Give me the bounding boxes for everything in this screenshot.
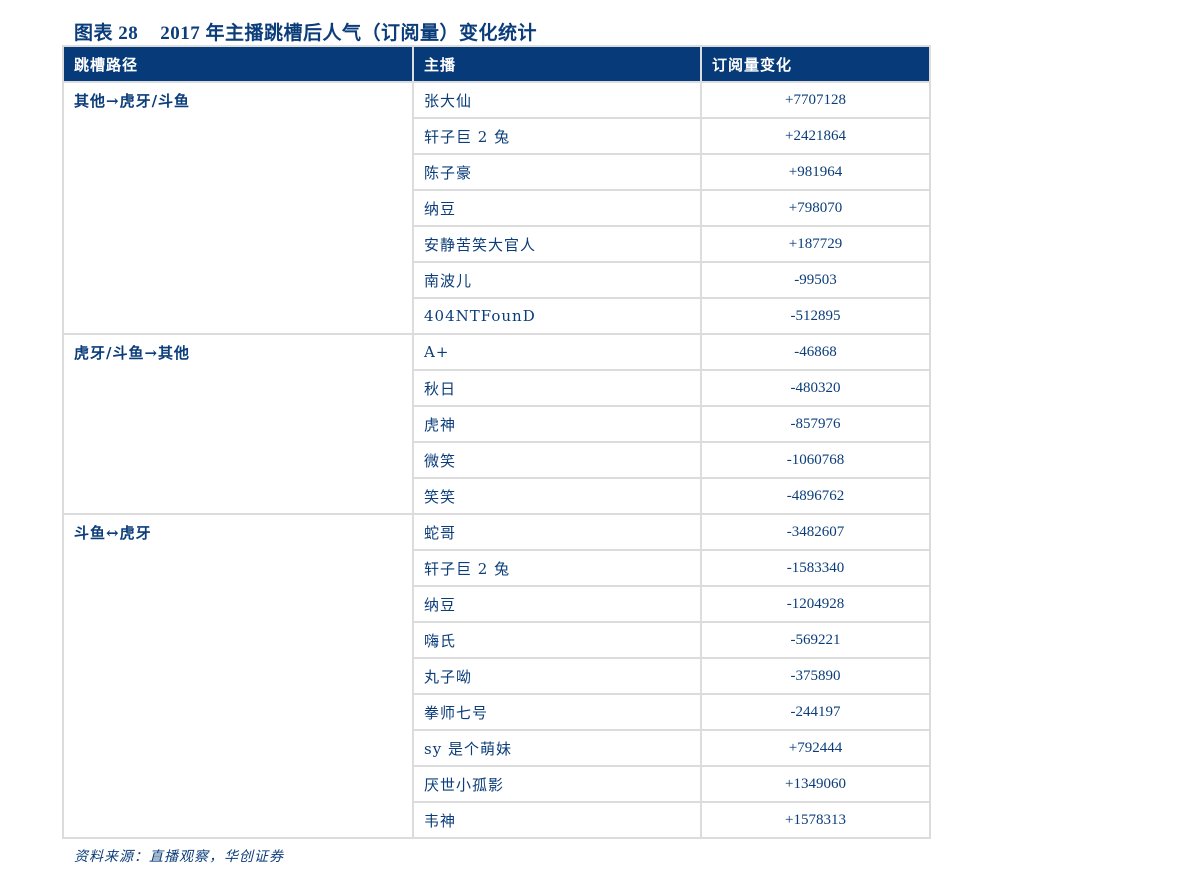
streamer-cell: 张大仙 bbox=[412, 81, 702, 119]
subscription-change-cell: +2421864 bbox=[700, 117, 931, 155]
subscription-change-cell: +1349060 bbox=[700, 765, 931, 803]
subscription-change-cell: -375890 bbox=[700, 657, 931, 695]
streamer-cell: 404NTFounD bbox=[412, 297, 702, 335]
streamer-cell: 蛇哥 bbox=[412, 513, 702, 551]
table-row: 其他→虎牙/斗鱼 张大仙 +7707128 bbox=[62, 81, 931, 335]
figure-title-text: 2017 年主播跳槽后人气（订阅量）变化统计 bbox=[160, 23, 538, 44]
streamer-cell: 南波儿 bbox=[412, 261, 702, 299]
streamer-cell: 微笑 bbox=[412, 441, 702, 479]
subscription-change-cell: -512895 bbox=[700, 297, 931, 335]
streamer-cell: 厌世小孤影 bbox=[412, 765, 702, 803]
table-row: 虎牙/斗鱼→其他 A+ -46868 bbox=[62, 333, 931, 515]
header-change: 订阅量变化 bbox=[700, 45, 931, 83]
streamer-cell: 虎神 bbox=[412, 405, 702, 443]
route-cell: 虎牙/斗鱼→其他 bbox=[62, 333, 414, 515]
subscription-change-cell: +798070 bbox=[700, 189, 931, 227]
table-header-row: 跳槽路径 主播 订阅量变化 bbox=[62, 45, 931, 83]
streamer-cell: 轩子巨 2 兔 bbox=[412, 117, 702, 155]
subscription-change-cell: -46868 bbox=[700, 333, 931, 371]
table-body: 其他→虎牙/斗鱼 张大仙 +7707128 轩子巨 2 兔 +2421864 陈子豪 +98… bbox=[62, 81, 931, 839]
streamer-cell: 安静苦笑大官人 bbox=[412, 225, 702, 263]
subscription-change-cell: -1204928 bbox=[700, 585, 931, 623]
figure-label: 图表 28 bbox=[74, 23, 139, 44]
streamer-cell: 纳豆 bbox=[412, 189, 702, 227]
streamer-cell: 韦神 bbox=[412, 801, 702, 839]
streamer-cell: 纳豆 bbox=[412, 585, 702, 623]
source-note: 资料来源：直播观察，华创证券 bbox=[74, 849, 284, 865]
streamer-cell: 陈子豪 bbox=[412, 153, 702, 191]
subscription-change-cell: +792444 bbox=[700, 729, 931, 767]
subscription-change-cell: +981964 bbox=[700, 153, 931, 191]
streamer-cell: 秋日 bbox=[412, 369, 702, 407]
route-cell: 斗鱼↔虎牙 bbox=[62, 513, 414, 839]
subscription-change-cell: -244197 bbox=[700, 693, 931, 731]
route-cell: 其他→虎牙/斗鱼 bbox=[62, 81, 414, 335]
subscription-change-cell: +1578313 bbox=[700, 801, 931, 839]
subscription-change-cell: +7707128 bbox=[700, 81, 931, 119]
subscription-change-cell: -480320 bbox=[700, 369, 931, 407]
subscription-change-cell: -3482607 bbox=[700, 513, 931, 551]
figure-title: 图表 28 2017 年主播跳槽后人气（订阅量）变化统计 bbox=[74, 18, 537, 45]
header-route: 跳槽路径 bbox=[62, 45, 414, 83]
subscription-change-cell: -569221 bbox=[700, 621, 931, 659]
streamer-cell: 丸子呦 bbox=[412, 657, 702, 695]
subscription-change-cell: +187729 bbox=[700, 225, 931, 263]
table-row: 斗鱼↔虎牙 蛇哥 -3482607 bbox=[62, 513, 931, 839]
subscription-change-cell: -857976 bbox=[700, 405, 931, 443]
subscription-change-cell: -99503 bbox=[700, 261, 931, 299]
streamer-cell: A+ bbox=[412, 333, 702, 371]
streamer-cell: 笑笑 bbox=[412, 477, 702, 515]
streamer-transfer-table: 跳槽路径 主播 订阅量变化 其他→虎牙/斗鱼 张大仙 +7707128 轩子巨 2 兔… bbox=[62, 45, 931, 839]
streamer-cell: 轩子巨 2 兔 bbox=[412, 549, 702, 587]
header-streamer: 主播 bbox=[412, 45, 702, 83]
streamer-cell: 嗨氏 bbox=[412, 621, 702, 659]
streamer-cell: 拳师七号 bbox=[412, 693, 702, 731]
streamer-cell: sy 是个萌妹 bbox=[412, 729, 702, 767]
subscription-change-cell: -4896762 bbox=[700, 477, 931, 515]
subscription-change-cell: -1583340 bbox=[700, 549, 931, 587]
subscription-change-cell: -1060768 bbox=[700, 441, 931, 479]
